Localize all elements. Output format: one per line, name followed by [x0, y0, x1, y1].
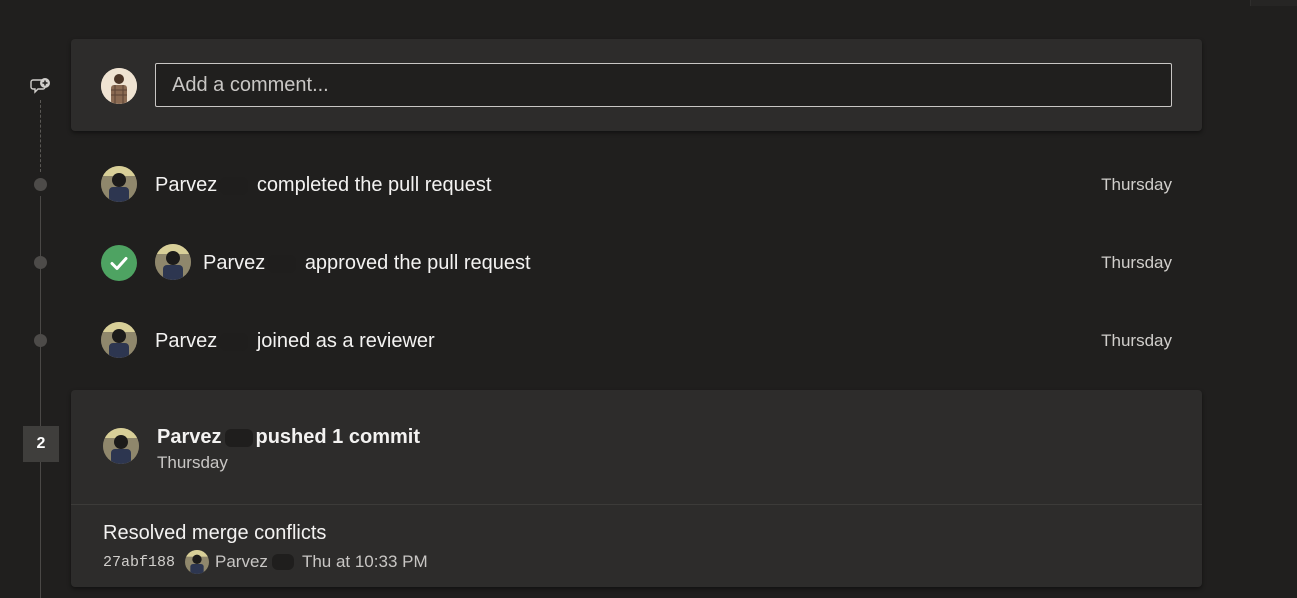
comment-input[interactable]: [155, 63, 1172, 107]
activity-completed: Parvez completed the pull request Thursd…: [0, 165, 1297, 205]
commit-meta: 27abf188 Parvez Thu at 10:33 PM: [103, 550, 428, 574]
activity-action: completed the pull request: [256, 174, 492, 196]
activity-author[interactable]: Parvez: [155, 330, 217, 352]
push-title: Parvez pushed 1 commit: [157, 426, 420, 449]
push-card: Parvez pushed 1 commit Thursday Resolved …: [71, 390, 1202, 587]
redacted-name: [220, 176, 249, 195]
redacted-name: [268, 254, 297, 273]
divider: [71, 504, 1202, 505]
redacted-name: [224, 428, 253, 447]
push-iteration-badge: 2: [23, 426, 59, 462]
activity-action: approved the pull request: [304, 252, 531, 274]
add-comment-icon: [30, 76, 52, 98]
commit-date: Thu at 10:33 PM: [301, 552, 428, 571]
activity-joined: Parvez joined as a reviewer Thursday: [0, 321, 1297, 361]
redacted-name: [271, 554, 294, 570]
push-action: pushed 1 commit: [255, 426, 420, 448]
activity-time: Thursday: [1101, 331, 1172, 350]
commit-author-avatar: [185, 550, 210, 574]
activity-time: Thursday: [1101, 175, 1172, 194]
comment-card: [71, 39, 1202, 131]
activity-time: Thursday: [1101, 253, 1172, 272]
checkmark-icon: [101, 245, 137, 281]
redacted-name: [220, 332, 249, 351]
current-user-avatar[interactable]: [101, 68, 137, 104]
avatar[interactable]: [103, 428, 139, 464]
activity-approved: Parvez approved the pull request Thursda…: [0, 243, 1297, 283]
commit-hash-link[interactable]: 27abf188: [103, 554, 175, 571]
avatar[interactable]: [101, 166, 137, 202]
activity-author[interactable]: Parvez: [155, 174, 217, 196]
push-time: Thursday: [157, 453, 228, 472]
activity-author[interactable]: Parvez: [203, 252, 265, 274]
activity-action: joined as a reviewer: [256, 330, 435, 352]
avatar[interactable]: [155, 244, 191, 280]
pr-activity-timeline: 2 Parvez completed the pull request: [0, 0, 1297, 598]
avatar[interactable]: [101, 322, 137, 358]
commit-message[interactable]: Resolved merge conflicts: [103, 522, 326, 545]
commit-author: Parvez: [215, 552, 268, 571]
timeline-rail-dashed: [40, 100, 41, 172]
push-author[interactable]: Parvez: [157, 426, 222, 448]
top-corner-panel: [1250, 0, 1297, 6]
